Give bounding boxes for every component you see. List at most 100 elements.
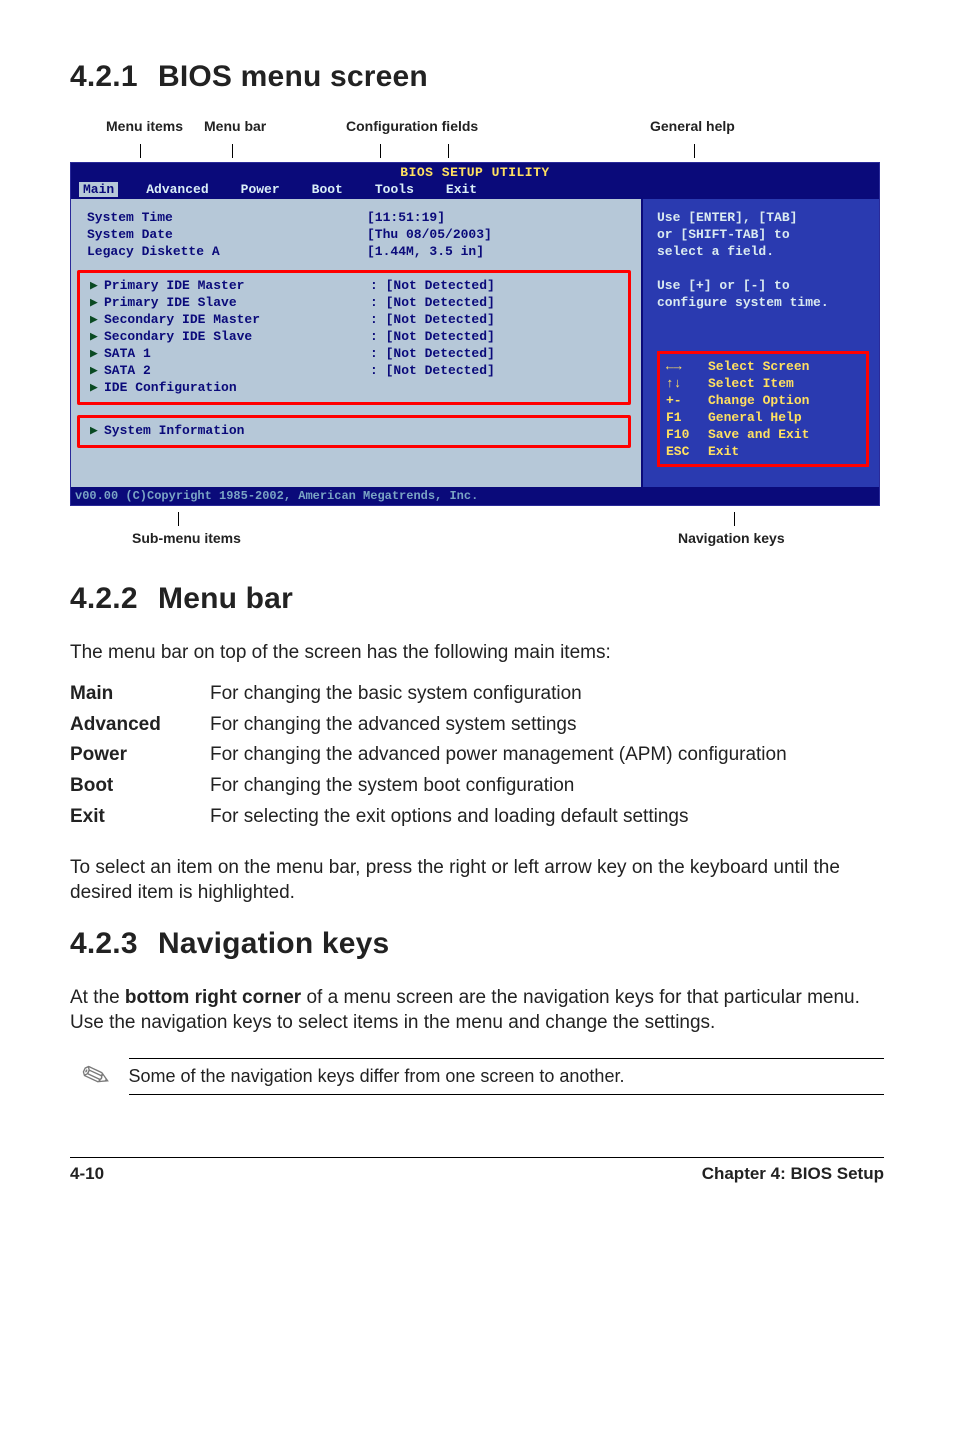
bios-row[interactable]: ▶Primary IDE Master: [Not Detected]	[80, 277, 628, 294]
bios-help-line	[657, 260, 869, 277]
table-key: Exit	[70, 802, 210, 833]
help-key: +-	[666, 392, 708, 409]
submenu-icon: ▶	[90, 345, 104, 362]
page-number: 4-10	[70, 1164, 104, 1184]
help-key-desc: Select Item	[708, 375, 794, 392]
bios-row[interactable]: ▶SATA 1: [Not Detected]	[80, 345, 628, 362]
bios-left-pane: System Time [11:51:19] System Date [Thu …	[71, 199, 643, 487]
heading-423-num: 4.2.3	[70, 927, 158, 961]
bios-row[interactable]: ▶System Information	[80, 422, 628, 439]
submenu-icon: ▶	[90, 311, 104, 328]
table-val: For changing the basic system configurat…	[210, 679, 884, 710]
bios-row-label: System Time	[87, 209, 367, 226]
submenu-icon: ▶	[90, 422, 104, 439]
diagram-top-ticks	[70, 144, 884, 162]
paragraph: To select an item on the menu bar, press…	[70, 855, 884, 905]
help-key-row: ↑↓Select Item	[666, 375, 860, 392]
bios-footer: v00.00 (C)Copyright 1985-2002, American …	[71, 487, 879, 505]
bios-tab-boot[interactable]: Boot	[308, 182, 347, 197]
bios-row[interactable]: ▶IDE Configuration	[80, 379, 628, 396]
diagram-bottom-labels: Sub-menu items Navigation keys	[70, 512, 884, 552]
bios-row-value: : [Not Detected]	[370, 328, 495, 345]
heading-421: 4.2.1BIOS menu screen	[70, 60, 884, 94]
bios-row-label: Primary IDE Master	[104, 277, 370, 294]
label-sub-menu: Sub-menu items	[132, 530, 241, 546]
bios-row[interactable]: System Time [11:51:19]	[71, 209, 641, 226]
help-key: ↑↓	[666, 375, 708, 392]
paragraph: At the bottom right corner of a menu scr…	[70, 985, 884, 1035]
help-key-desc: General Help	[708, 409, 802, 426]
bios-window: BIOS SETUP UTILITY Main Advanced Power B…	[70, 162, 880, 506]
bios-row-value: : [Not Detected]	[370, 311, 495, 328]
bios-menubar: Main Advanced Power Boot Tools Exit	[71, 181, 879, 199]
bios-row-label: Primary IDE Slave	[104, 294, 370, 311]
bios-row[interactable]: ▶SATA 2: [Not Detected]	[80, 362, 628, 379]
help-key-row: ←→Select Screen	[666, 358, 860, 375]
help-key-row: ESCExit	[666, 443, 860, 460]
bios-row[interactable]: ▶Secondary IDE Slave: [Not Detected]	[80, 328, 628, 345]
bios-row[interactable]: System Date [Thu 08/05/2003]	[71, 226, 641, 243]
help-key-desc: Exit	[708, 443, 739, 460]
bios-tab-advanced[interactable]: Advanced	[142, 182, 212, 197]
help-key-desc: Change Option	[708, 392, 809, 409]
submenu-icon: ▶	[90, 379, 104, 396]
bios-row-value: [1.44M, 3.5 in]	[367, 243, 484, 260]
submenu-icon: ▶	[90, 362, 104, 379]
chapter-title: Chapter 4: BIOS Setup	[702, 1164, 884, 1184]
bios-row[interactable]: ▶Secondary IDE Master: [Not Detected]	[80, 311, 628, 328]
help-key: F1	[666, 409, 708, 426]
heading-423-title: Navigation keys	[158, 927, 389, 960]
bios-row-label: SATA 2	[104, 362, 370, 379]
bios-row-label: System Information	[104, 422, 370, 439]
bios-tab-main[interactable]: Main	[79, 182, 118, 197]
help-key: ESC	[666, 443, 708, 460]
diagram-top-labels: Menu items Menu bar Configuration fields…	[72, 118, 884, 144]
bios-tab-exit[interactable]: Exit	[442, 182, 481, 197]
bios-row-label: Secondary IDE Slave	[104, 328, 370, 345]
label-config-fields: Configuration fields	[346, 118, 478, 134]
bios-row-label: Secondary IDE Master	[104, 311, 370, 328]
text-bold: bottom right corner	[125, 987, 301, 1008]
label-menu-items: Menu items	[106, 118, 183, 134]
help-key-row: F10Save and Exit	[666, 426, 860, 443]
bios-row-label: Legacy Diskette A	[87, 243, 367, 260]
heading-422: 4.2.2Menu bar	[70, 582, 884, 616]
bios-tab-tools[interactable]: Tools	[371, 182, 418, 197]
bios-row[interactable]: ▶Primary IDE Slave: [Not Detected]	[80, 294, 628, 311]
help-key-row: +-Change Option	[666, 392, 860, 409]
table-row: PowerFor changing the advanced power man…	[70, 740, 884, 771]
heading-421-title: BIOS menu screen	[158, 60, 428, 93]
heading-423: 4.2.3Navigation keys	[70, 927, 884, 961]
table-row: MainFor changing the basic system config…	[70, 679, 884, 710]
bios-row-label: System Date	[87, 226, 367, 243]
bios-help-keys-box: ←→Select Screen ↑↓Select Item +-Change O…	[657, 351, 869, 467]
bios-help-line: Use [+] or [-] to	[657, 277, 869, 294]
table-key: Boot	[70, 771, 210, 802]
label-nav-keys: Navigation keys	[678, 530, 785, 546]
bios-row[interactable]: Legacy Diskette A [1.44M, 3.5 in]	[71, 243, 641, 260]
submenu-icon: ▶	[90, 294, 104, 311]
help-key: F10	[666, 426, 708, 443]
bios-help-pane: Use [ENTER], [TAB] or [SHIFT-TAB] to sel…	[643, 199, 879, 487]
table-row: BootFor changing the system boot configu…	[70, 771, 884, 802]
bios-group-submenu-2: ▶System Information	[77, 415, 631, 448]
table-key: Power	[70, 740, 210, 771]
bios-row-value: : [Not Detected]	[370, 294, 495, 311]
help-key: ←→	[666, 358, 708, 375]
bios-row-label: SATA 1	[104, 345, 370, 362]
bios-help-line: Use [ENTER], [TAB]	[657, 209, 869, 226]
note-text: Some of the navigation keys differ from …	[129, 1058, 885, 1095]
table-key: Advanced	[70, 710, 210, 741]
table-val: For changing the advanced power manageme…	[210, 740, 884, 771]
bios-tab-power[interactable]: Power	[237, 182, 284, 197]
heading-422-title: Menu bar	[158, 582, 293, 615]
bios-help-line: configure system time.	[657, 294, 869, 311]
bios-row-value: [11:51:19]	[367, 209, 445, 226]
page-footer: 4-10 Chapter 4: BIOS Setup	[70, 1157, 884, 1184]
bios-row-value: [Thu 08/05/2003]	[367, 226, 492, 243]
bios-title: BIOS SETUP UTILITY	[71, 163, 879, 181]
submenu-icon: ▶	[90, 328, 104, 345]
table-row: ExitFor selecting the exit options and l…	[70, 802, 884, 833]
bios-row-value: : [Not Detected]	[370, 345, 495, 362]
text-run: At the	[70, 987, 125, 1008]
